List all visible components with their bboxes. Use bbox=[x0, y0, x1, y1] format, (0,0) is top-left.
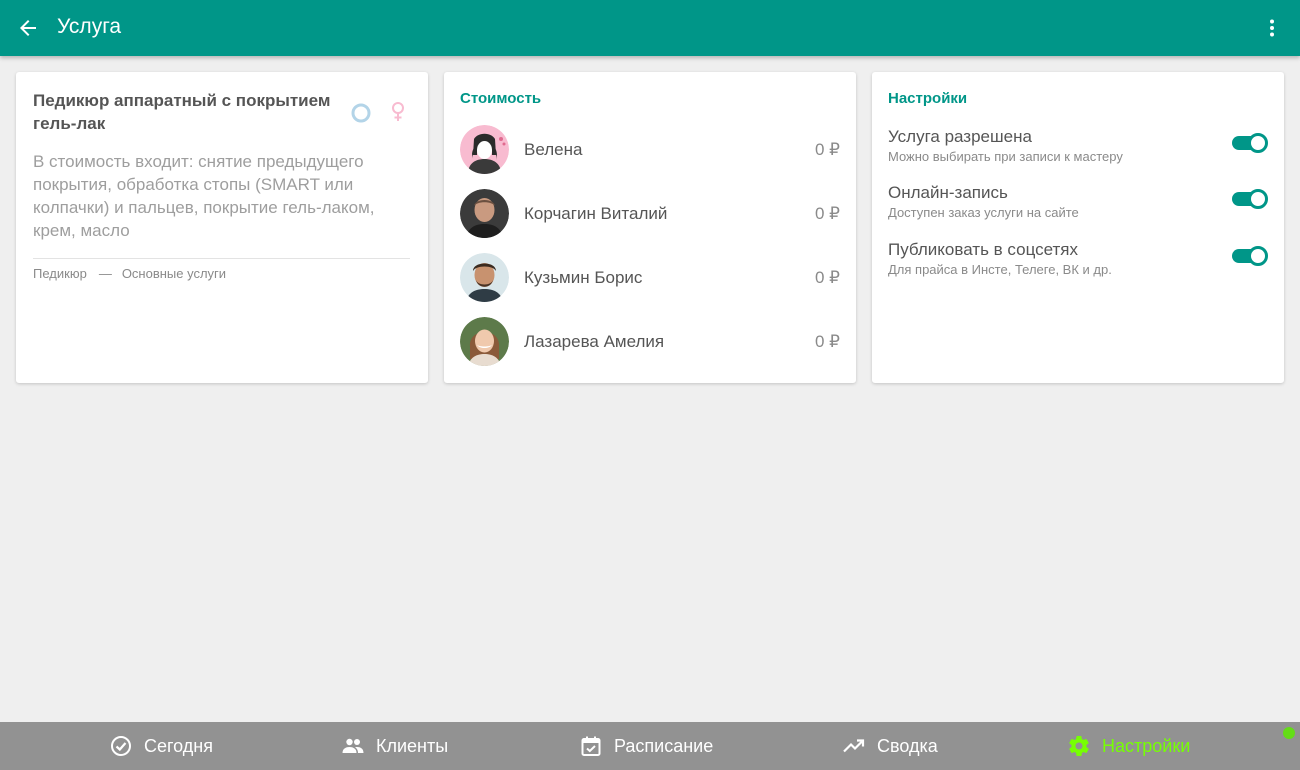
service-description: В стоимость входит: снятие предыдущего п… bbox=[33, 152, 375, 240]
service-allowed-toggle[interactable] bbox=[1230, 132, 1268, 154]
service-title: Педикюр аппаратный с покрытием гель-лак bbox=[33, 91, 331, 133]
setting-description: Доступен заказ услуги на сайте bbox=[888, 205, 1079, 220]
setting-description: Для прайса в Инсте, Телеге, ВК и др. bbox=[888, 262, 1112, 277]
service-card[interactable]: Педикюр аппаратный с покрытием гель-лак … bbox=[16, 72, 428, 383]
arrow-left-icon[interactable] bbox=[16, 16, 40, 40]
staff-price: 0 ₽ bbox=[815, 332, 840, 351]
staff-row[interactable]: Корчагин Виталий 0 ₽ bbox=[460, 189, 840, 239]
trending-up-icon bbox=[843, 739, 865, 753]
staff-row[interactable]: Велена 0 ₽ bbox=[460, 125, 840, 175]
nav-label: Сегодня bbox=[144, 735, 213, 756]
nav-today[interactable]: Сегодня bbox=[109, 722, 213, 770]
unisex-circle-icon bbox=[351, 103, 371, 123]
setting-label: Услуга разрешена bbox=[888, 127, 1032, 146]
staff-row[interactable]: Лазарева Амелия 0 ₽ bbox=[460, 317, 840, 367]
nav-label: Настройки bbox=[1102, 735, 1191, 756]
pricing-title: Стоимость bbox=[460, 90, 542, 107]
nav-label: Клиенты bbox=[376, 735, 449, 756]
toggle-knob bbox=[1248, 189, 1268, 209]
status-dot bbox=[1283, 727, 1295, 739]
more-vert-icon[interactable] bbox=[1260, 16, 1284, 40]
divider bbox=[33, 258, 410, 259]
nav-settings[interactable]: Настройки bbox=[1067, 722, 1190, 770]
staff-name: Кузьмин Борис bbox=[524, 268, 643, 287]
staff-row[interactable]: Кузьмин Борис 0 ₽ bbox=[460, 253, 840, 303]
staff-name: Корчагин Виталий bbox=[524, 204, 668, 223]
nav-label: Расписание bbox=[614, 735, 714, 756]
avatar-photo bbox=[460, 317, 509, 366]
page-title: Услуга bbox=[57, 15, 122, 38]
service-category: Педикюр — Основные услуги bbox=[33, 266, 226, 281]
staff-price: 0 ₽ bbox=[815, 204, 840, 223]
category-separator: — bbox=[98, 266, 112, 281]
settings-title: Настройки bbox=[888, 90, 968, 107]
setting-label: Онлайн-запись bbox=[888, 183, 1008, 202]
social-publish-toggle[interactable] bbox=[1230, 245, 1268, 267]
staff-name: Лазарева Амелия bbox=[524, 332, 665, 351]
toggle-knob bbox=[1248, 246, 1268, 266]
setting-label: Публиковать в соцсетях bbox=[888, 240, 1078, 259]
toggle-knob bbox=[1248, 133, 1268, 153]
avatar-photo bbox=[460, 189, 509, 238]
settings-card: Настройки Услуга разрешена Можно выбират… bbox=[872, 72, 1284, 383]
app-bar: Услуга bbox=[0, 0, 1300, 56]
calendar-check-icon bbox=[581, 736, 601, 756]
setting-service-allowed: Услуга разрешена Можно выбирать при запи… bbox=[888, 127, 1268, 171]
setting-description: Можно выбирать при записи к мастеру bbox=[888, 149, 1123, 164]
online-booking-toggle[interactable] bbox=[1230, 188, 1268, 210]
gear-icon bbox=[1069, 736, 1089, 757]
nav-label: Сводка bbox=[877, 735, 938, 756]
category-label: Педикюр bbox=[33, 266, 87, 281]
staff-name: Велена bbox=[524, 140, 583, 159]
female-icon bbox=[392, 102, 404, 121]
avatar-placeholder-icon bbox=[460, 125, 509, 174]
bottom-nav: Сегодня Клиенты Расписание Сводка Настро… bbox=[0, 722, 1300, 770]
setting-social-publish: Публиковать в соцсетях Для прайса в Инст… bbox=[888, 240, 1268, 284]
group-label: Основные услуги bbox=[121, 266, 227, 281]
check-circle-icon bbox=[111, 736, 131, 756]
people-icon bbox=[342, 738, 364, 753]
staff-price: 0 ₽ bbox=[815, 268, 840, 287]
nav-schedule[interactable]: Расписание bbox=[579, 722, 713, 770]
nav-clients[interactable]: Клиенты bbox=[341, 722, 448, 770]
nav-summary[interactable]: Сводка bbox=[842, 722, 938, 770]
setting-online-booking: Онлайн-запись Доступен заказ услуги на с… bbox=[888, 183, 1268, 227]
pricing-card: Стоимость Велена 0 ₽ Корчагин Виталий 0 … bbox=[444, 72, 856, 383]
avatar-photo bbox=[460, 253, 509, 302]
staff-price: 0 ₽ bbox=[815, 140, 840, 159]
